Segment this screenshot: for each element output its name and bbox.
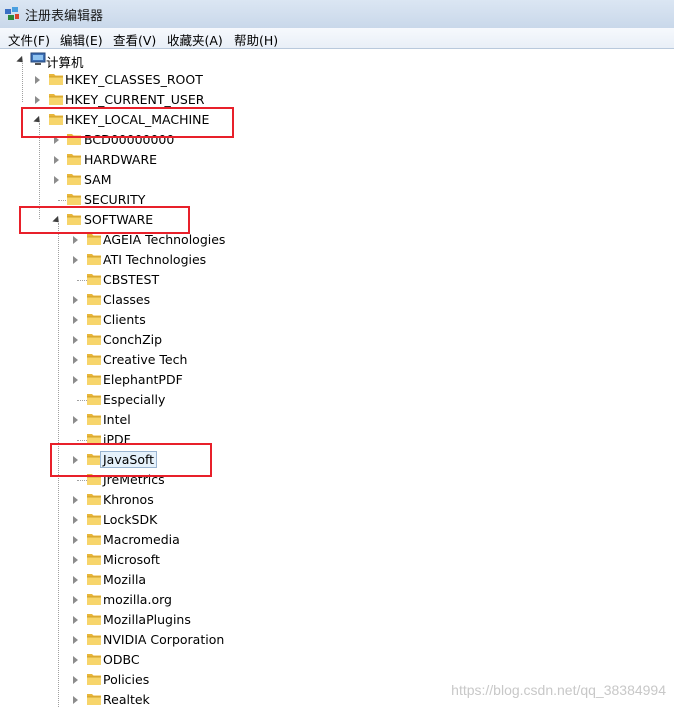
tree-node[interactable]: 计算机 <box>0 50 674 70</box>
tree-node-label[interactable]: Especially <box>100 391 168 408</box>
tree-node-label[interactable]: SAM <box>81 171 115 188</box>
tree-node-label[interactable]: Realtek <box>100 691 153 708</box>
tree-node-label[interactable]: mozilla.org <box>100 591 175 608</box>
tree-node[interactable]: LockSDK <box>0 510 674 530</box>
tree-node-label[interactable]: ConchZip <box>100 331 165 348</box>
expand-arrow-icon[interactable] <box>73 656 78 664</box>
expand-arrow-icon[interactable] <box>73 556 78 564</box>
expand-arrow-icon[interactable] <box>73 536 78 544</box>
tree-node-label[interactable]: MozillaPlugins <box>100 611 194 628</box>
red-highlight-box <box>50 443 212 477</box>
tree-node-label[interactable]: Mozilla <box>100 571 149 588</box>
expand-arrow-icon[interactable] <box>73 596 78 604</box>
expand-arrow-icon[interactable] <box>73 676 78 684</box>
collapse-arrow-icon[interactable] <box>16 55 26 66</box>
tree-node-label[interactable]: Khronos <box>100 491 157 508</box>
tree-node[interactable]: Mozilla <box>0 570 674 590</box>
tree-node[interactable]: ConchZip <box>0 330 674 350</box>
tree-node[interactable]: SAM <box>0 170 674 190</box>
expand-arrow-icon[interactable] <box>54 176 59 184</box>
tree-node[interactable]: Clients <box>0 310 674 330</box>
expand-arrow-icon[interactable] <box>35 76 40 84</box>
tree-node[interactable]: ElephantPDF <box>0 370 674 390</box>
tree-node-label[interactable]: 计算机 <box>43 51 87 72</box>
expand-arrow-icon[interactable] <box>73 236 78 244</box>
watermark: https://blog.csdn.net/qq_38384994 <box>451 682 666 698</box>
folder-icon <box>67 154 81 165</box>
folder-icon <box>67 174 81 185</box>
tree-node-label[interactable]: ATI Technologies <box>100 251 209 268</box>
tree-node[interactable]: ATI Technologies <box>0 250 674 270</box>
expand-arrow-icon[interactable] <box>73 516 78 524</box>
tree-node[interactable]: ODBC <box>0 650 674 670</box>
expand-arrow-icon[interactable] <box>35 96 40 104</box>
menu-bar: 文件(F) 编辑(E) 查看(V) 收藏夹(A) 帮助(H) <box>0 28 674 49</box>
window-title: 注册表编辑器 <box>25 9 104 24</box>
title-bar: 注册表编辑器 <box>0 0 674 28</box>
expand-arrow-icon[interactable] <box>73 316 78 324</box>
tree-node-label[interactable]: Intel <box>100 411 134 428</box>
menu-favorites[interactable]: 收藏夹(A) <box>167 30 223 49</box>
tree-node[interactable]: Macromedia <box>0 530 674 550</box>
menu-edit[interactable]: 编辑(E) <box>60 30 103 49</box>
expand-arrow-icon[interactable] <box>73 696 78 704</box>
tree-node[interactable]: Especially <box>0 390 674 410</box>
tree-node[interactable]: Intel <box>0 410 674 430</box>
tree-node[interactable]: HARDWARE <box>0 150 674 170</box>
red-highlight-box <box>21 107 234 138</box>
tree-node[interactable]: Creative Tech <box>0 350 674 370</box>
tree-node-label[interactable]: Policies <box>100 671 152 688</box>
tree-node-label[interactable]: HARDWARE <box>81 151 160 168</box>
tree-node-label[interactable]: ODBC <box>100 651 143 668</box>
expand-arrow-icon[interactable] <box>73 356 78 364</box>
expand-arrow-icon[interactable] <box>73 576 78 584</box>
tree-node-label[interactable]: HKEY_CLASSES_ROOT <box>62 71 206 88</box>
regedit-icon <box>5 7 19 20</box>
tree-node-label[interactable]: Clients <box>100 311 149 328</box>
tree-node[interactable]: CBSTEST <box>0 270 674 290</box>
tree-node-label[interactable]: ElephantPDF <box>100 371 186 388</box>
tree-node[interactable]: mozilla.org <box>0 590 674 610</box>
expand-arrow-icon[interactable] <box>73 296 78 304</box>
expand-arrow-icon[interactable] <box>73 376 78 384</box>
folder-icon <box>67 194 81 205</box>
tree-node[interactable]: Classes <box>0 290 674 310</box>
menu-view[interactable]: 查看(V) <box>113 30 156 49</box>
expand-arrow-icon[interactable] <box>73 636 78 644</box>
tree-node[interactable]: NVIDIA Corporation <box>0 630 674 650</box>
tree-node-label[interactable]: NVIDIA Corporation <box>100 631 227 648</box>
tree-node[interactable]: Khronos <box>0 490 674 510</box>
expand-arrow-icon[interactable] <box>73 256 78 264</box>
expand-arrow-icon[interactable] <box>54 156 59 164</box>
tree-node-label[interactable]: HKEY_CURRENT_USER <box>62 91 207 108</box>
tree-node-label[interactable]: Macromedia <box>100 531 183 548</box>
tree-node[interactable]: MozillaPlugins <box>0 610 674 630</box>
tree-node-label[interactable]: Creative Tech <box>100 351 190 368</box>
expand-arrow-icon[interactable] <box>73 336 78 344</box>
red-highlight-box <box>19 206 190 234</box>
tree-node-label[interactable]: CBSTEST <box>100 271 162 288</box>
expand-arrow-icon[interactable] <box>73 616 78 624</box>
registry-tree[interactable]: 计算机 HKEY_CLASSES_ROOT HKEY_CURRENT_USER HKE… <box>0 49 674 708</box>
menu-file[interactable]: 文件(F) <box>8 30 50 49</box>
tree-node-label[interactable]: Classes <box>100 291 153 308</box>
tree-node-label[interactable]: Microsoft <box>100 551 163 568</box>
tree-node[interactable]: HKEY_CLASSES_ROOT <box>0 70 674 90</box>
menu-help[interactable]: 帮助(H) <box>234 30 278 49</box>
tree-node-label[interactable]: LockSDK <box>100 511 160 528</box>
expand-arrow-icon[interactable] <box>73 496 78 504</box>
tree-node[interactable]: Microsoft <box>0 550 674 570</box>
expand-arrow-icon[interactable] <box>73 416 78 424</box>
